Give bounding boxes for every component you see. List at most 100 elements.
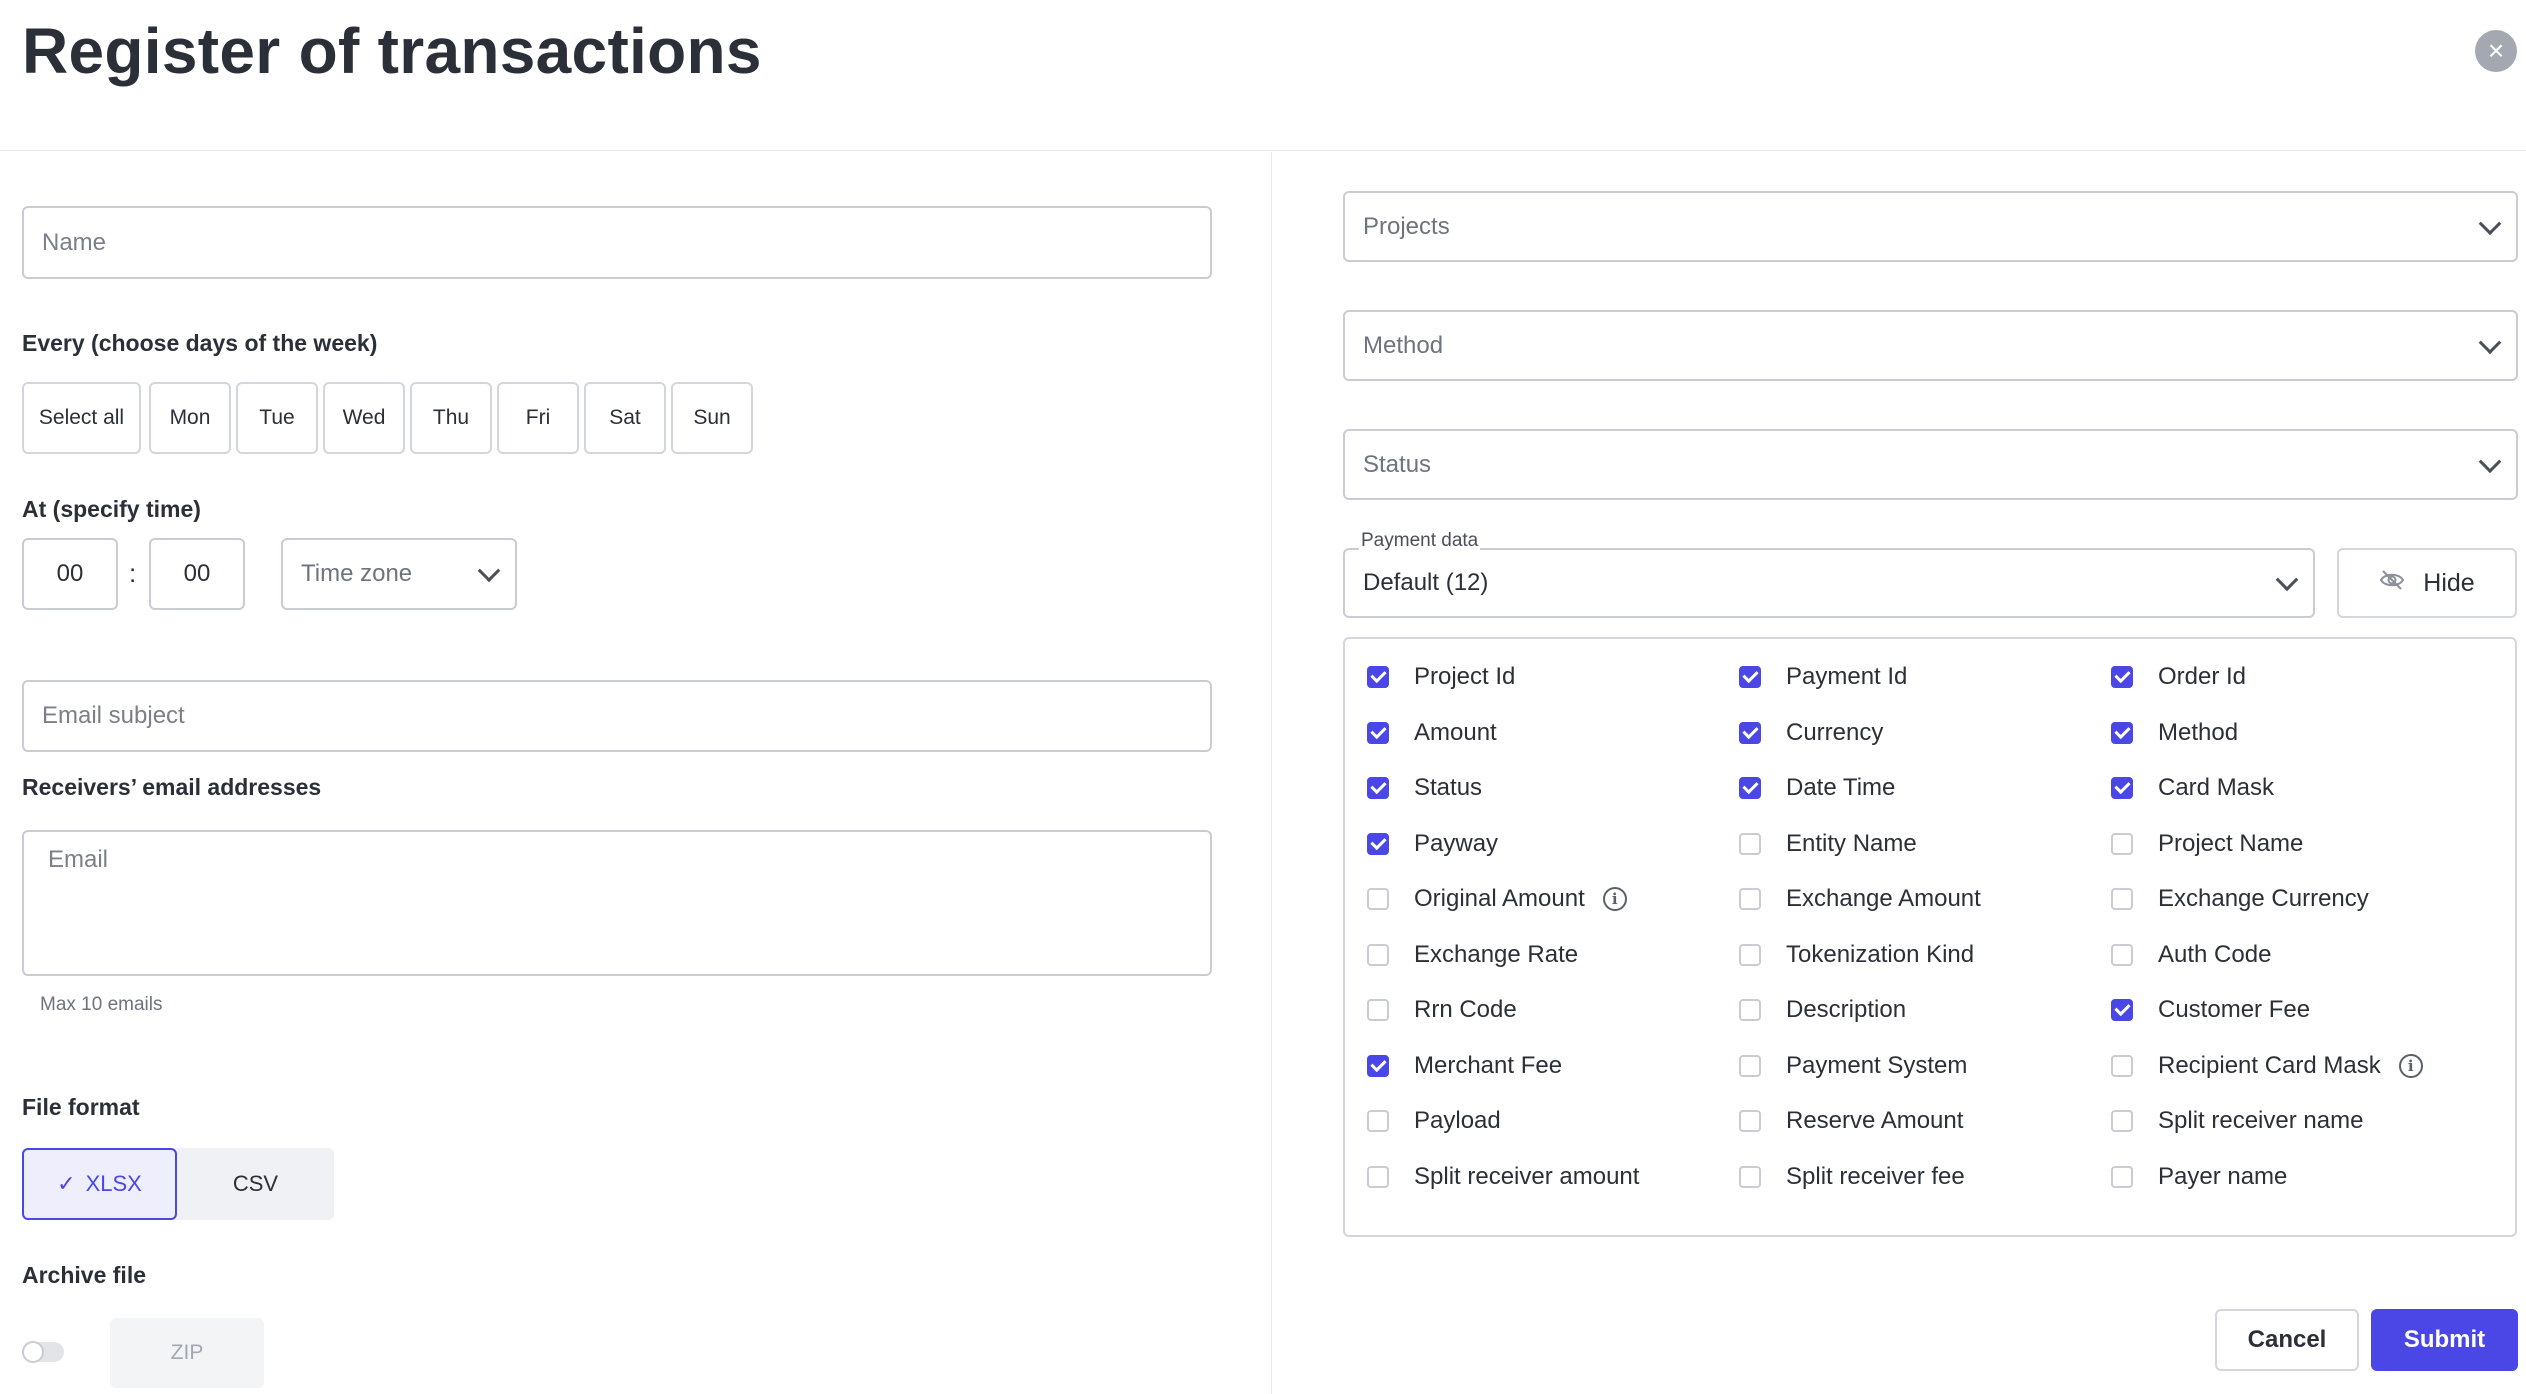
hours-input[interactable]: 00: [22, 538, 118, 610]
column-option[interactable]: Entity Name: [1739, 827, 1917, 861]
close-button[interactable]: ×: [2475, 30, 2517, 72]
name-input[interactable]: [22, 206, 1212, 279]
column-option[interactable]: Exchange Rate: [1367, 938, 1578, 972]
checkbox[interactable]: [1367, 943, 1389, 966]
column-option[interactable]: Status: [1367, 771, 1482, 805]
day-sat-button[interactable]: Sat: [584, 382, 666, 454]
day-select-all-button[interactable]: Select all: [22, 382, 141, 454]
hide-button[interactable]: Hide: [2337, 548, 2517, 618]
checkbox[interactable]: [1367, 999, 1389, 1021]
checkbox[interactable]: [2111, 943, 2133, 966]
column-option[interactable]: Merchant Fee: [1367, 1049, 1562, 1083]
column-option[interactable]: Payer name: [2111, 1160, 2287, 1194]
column-option[interactable]: Exchange Currency: [2111, 882, 2369, 916]
chevron-down-icon: [2478, 330, 2502, 354]
day-thu-button[interactable]: Thu: [410, 382, 492, 454]
column-option[interactable]: Reserve Amount: [1739, 1104, 1963, 1138]
checkbox[interactable]: [1367, 1110, 1389, 1132]
file-format-toggle: ✓ XLSX CSV: [22, 1148, 334, 1220]
checkbox[interactable]: [1739, 666, 1761, 688]
checkbox[interactable]: [2111, 999, 2133, 1021]
checkbox[interactable]: [2111, 1054, 2133, 1077]
column-option[interactable]: Payment System: [1739, 1049, 1967, 1083]
column-option-label: Original Amount: [1414, 885, 1585, 912]
checkbox[interactable]: [2111, 721, 2133, 744]
cancel-button[interactable]: Cancel: [2215, 1309, 2359, 1371]
column-option[interactable]: Amount: [1367, 716, 1497, 750]
checkbox[interactable]: [2111, 666, 2133, 688]
column-option[interactable]: Recipient Card Mask i: [2111, 1049, 2423, 1083]
column-option[interactable]: Tokenization Kind: [1739, 938, 1974, 972]
checkbox[interactable]: [1367, 666, 1389, 688]
checkbox[interactable]: [2111, 888, 2133, 910]
column-option-label: Description: [1786, 996, 1907, 1023]
day-mon-button[interactable]: Mon: [149, 382, 231, 454]
checkbox[interactable]: [1739, 1165, 1761, 1188]
checkbox[interactable]: [1367, 1054, 1389, 1077]
column-option[interactable]: Payload: [1367, 1104, 1501, 1138]
checkbox[interactable]: [1739, 721, 1761, 744]
column-option[interactable]: Split receiver fee: [1739, 1160, 1965, 1194]
column-option[interactable]: Currency: [1739, 716, 1883, 750]
column-option[interactable]: Auth Code: [2111, 938, 2271, 972]
checkbox[interactable]: [1739, 943, 1761, 966]
day-wed-button[interactable]: Wed: [323, 382, 405, 454]
minutes-input[interactable]: 00: [149, 538, 245, 610]
submit-button[interactable]: Submit: [2371, 1309, 2518, 1371]
archive-toggle[interactable]: [22, 1341, 64, 1363]
checkbox[interactable]: [1739, 832, 1761, 855]
day-fri-button[interactable]: Fri: [497, 382, 579, 454]
checkbox[interactable]: [1739, 1054, 1761, 1077]
checkbox[interactable]: [2111, 777, 2133, 799]
column-option[interactable]: Rrn Code: [1367, 993, 1517, 1027]
email-subject-input[interactable]: [22, 680, 1212, 752]
format-xlsx-option[interactable]: ✓ XLSX: [22, 1148, 177, 1220]
column-option-label: Payway: [1414, 829, 1499, 857]
column-option[interactable]: Payway: [1367, 827, 1498, 861]
projects-select[interactable]: Projects: [1343, 191, 2518, 262]
column-option[interactable]: Original Amount i: [1367, 882, 1627, 916]
column-option[interactable]: Date Time: [1739, 771, 1895, 805]
chevron-down-icon: [477, 559, 501, 583]
column-option[interactable]: Payment Id: [1739, 660, 1907, 694]
checkbox[interactable]: [1739, 777, 1761, 799]
column-option[interactable]: Exchange Amount: [1739, 882, 1981, 916]
checkbox[interactable]: [2111, 832, 2133, 855]
column-option[interactable]: Split receiver amount: [1367, 1160, 1639, 1194]
column-option[interactable]: Method: [2111, 716, 2238, 750]
file-format-label: File format: [22, 1094, 140, 1120]
info-icon[interactable]: i: [1602, 887, 1627, 911]
column-option[interactable]: Project Name: [2111, 827, 2303, 861]
email-textarea[interactable]: [22, 830, 1212, 976]
column-option-label: Split receiver name: [2158, 1107, 2364, 1134]
day-tue-button[interactable]: Tue: [236, 382, 318, 454]
payment-data-select[interactable]: Default (12): [1343, 548, 2315, 618]
column-option[interactable]: Description: [1739, 993, 1906, 1027]
page-title: Register of transactions: [22, 15, 762, 87]
day-sun-button[interactable]: Sun: [671, 382, 753, 454]
checkbox[interactable]: [1739, 999, 1761, 1021]
checkbox[interactable]: [1367, 1165, 1389, 1188]
column-option[interactable]: Project Id: [1367, 660, 1515, 694]
timezone-select[interactable]: Time zone: [281, 538, 517, 610]
status-placeholder: Status: [1363, 450, 1432, 478]
column-option[interactable]: Split receiver name: [2111, 1104, 2363, 1138]
column-option[interactable]: Customer Fee: [2111, 993, 2310, 1027]
checkbox[interactable]: [1367, 777, 1389, 799]
status-select[interactable]: Status: [1343, 429, 2518, 500]
checkbox[interactable]: [1739, 1110, 1761, 1132]
info-icon[interactable]: i: [2398, 1053, 2423, 1078]
checkbox[interactable]: [1367, 888, 1389, 910]
eye-off-icon: [2379, 569, 2405, 598]
column-option[interactable]: Card Mask: [2111, 771, 2274, 805]
format-csv-option[interactable]: CSV: [177, 1148, 334, 1220]
method-select[interactable]: Method: [1343, 310, 2518, 381]
checkbox[interactable]: [1367, 832, 1389, 855]
column-option-label: Tokenization Kind: [1786, 940, 1975, 968]
modal-header: Register of transactions ×: [0, 0, 2526, 151]
checkbox[interactable]: [2111, 1165, 2133, 1188]
checkbox[interactable]: [2111, 1110, 2133, 1132]
column-option[interactable]: Order Id: [2111, 660, 2246, 694]
checkbox[interactable]: [1739, 888, 1761, 910]
checkbox[interactable]: [1367, 721, 1389, 744]
